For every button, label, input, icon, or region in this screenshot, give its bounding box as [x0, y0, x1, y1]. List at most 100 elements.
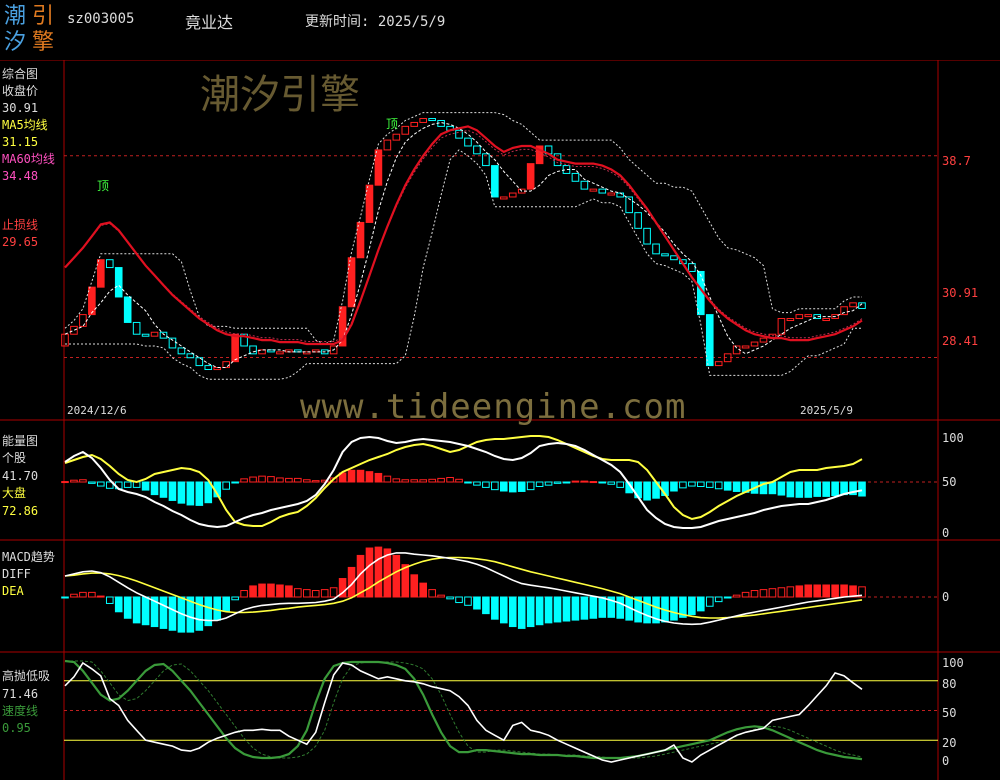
energy-bar [813, 481, 822, 497]
macd-bar [123, 596, 132, 619]
kdj-line [64, 661, 863, 763]
energy-bar [311, 480, 320, 483]
macd-bar [526, 596, 535, 628]
energy-bar [688, 481, 696, 487]
ma60-dotted-line [64, 129, 863, 342]
energy-bar [437, 477, 445, 483]
macd-bar [311, 590, 320, 598]
macd-bar [258, 583, 266, 598]
panel-energy-title: 能量图 [2, 434, 39, 448]
energy-bar [553, 481, 562, 484]
app-logo: 潮 汐 引 擎 [4, 6, 58, 56]
candle [652, 243, 660, 255]
energy-bar [804, 481, 813, 498]
energy-bar [858, 481, 866, 497]
energy-bar [786, 481, 795, 498]
candle [204, 365, 213, 371]
energy-bar [535, 481, 544, 487]
energy-bar [732, 481, 741, 492]
candle [795, 314, 804, 320]
macd-bar [302, 589, 311, 598]
kdj-value: 71.46 [2, 687, 39, 701]
stock-energy-value: 41.70 [2, 469, 39, 483]
candle [840, 306, 848, 316]
upper-band-line [64, 112, 862, 345]
energy-bar [79, 479, 87, 483]
candle [580, 180, 589, 190]
candle [356, 221, 365, 259]
macd-bar [517, 596, 526, 629]
energy-bar [294, 477, 302, 483]
candle [526, 163, 535, 190]
candle [419, 118, 428, 123]
macd-bar [535, 596, 544, 626]
market-energy-line [64, 435, 863, 527]
candle [598, 188, 607, 194]
axis-label: 80 [942, 677, 957, 691]
energy-bar [195, 481, 204, 506]
candle [714, 361, 723, 367]
energy-bar [723, 481, 732, 491]
energy-bar [222, 481, 230, 490]
candle [392, 133, 401, 141]
energy-bar [643, 481, 651, 501]
candle [750, 341, 759, 347]
candle [822, 318, 830, 322]
macd-bar [285, 585, 293, 598]
ma60-line [64, 125, 863, 346]
candle [383, 139, 392, 151]
macd-bar [97, 595, 105, 598]
axis-label: 100 [942, 431, 964, 445]
watermark-url: www.tideengine.com [300, 387, 687, 427]
axis-label: 0 [942, 526, 950, 540]
candle [231, 333, 239, 363]
macd-bar [697, 596, 705, 612]
energy-bar [499, 481, 508, 492]
candle [688, 263, 696, 272]
energy-bar [705, 481, 714, 488]
energy-bar [267, 476, 275, 483]
macd-bar [168, 596, 177, 631]
candle [159, 331, 168, 339]
energy-bar [88, 481, 96, 484]
energy-bar [777, 481, 786, 496]
macd-bar [294, 588, 302, 598]
macd-bar [750, 590, 759, 598]
candle [473, 145, 481, 155]
candle [464, 137, 472, 147]
logo-char: 引 [32, 4, 55, 29]
candle [499, 196, 508, 200]
energy-bar [589, 481, 598, 484]
macd-bar [786, 586, 795, 598]
macd-bar [571, 596, 580, 621]
macd-bar [132, 596, 141, 624]
candle [661, 253, 669, 257]
energy-bar [258, 475, 266, 483]
energy-bar [150, 481, 159, 496]
energy-bar [356, 469, 365, 483]
ma5-value: 31.15 [2, 135, 39, 149]
macd-bar [723, 596, 732, 599]
candle [571, 172, 580, 182]
macd-bar [643, 596, 651, 624]
candle [132, 321, 141, 335]
energy-bar [168, 481, 177, 501]
energy-bar [419, 479, 428, 483]
macd-bar [114, 596, 123, 613]
macd-bar [276, 584, 284, 598]
candle [786, 318, 795, 322]
candle [70, 325, 78, 335]
candle [114, 267, 123, 298]
macd-bar [840, 584, 848, 598]
energy-bar [141, 481, 150, 491]
macd-bar [249, 585, 257, 598]
candle [401, 125, 410, 135]
macd-bar [508, 596, 517, 628]
stock-code: sz003005 [67, 11, 135, 27]
macd-bar [70, 593, 78, 598]
energy-bar [697, 481, 705, 487]
stop-loss-value: 29.65 [2, 235, 39, 249]
dea-label: DEA [2, 584, 24, 598]
candle [643, 227, 651, 245]
candle [589, 188, 598, 192]
